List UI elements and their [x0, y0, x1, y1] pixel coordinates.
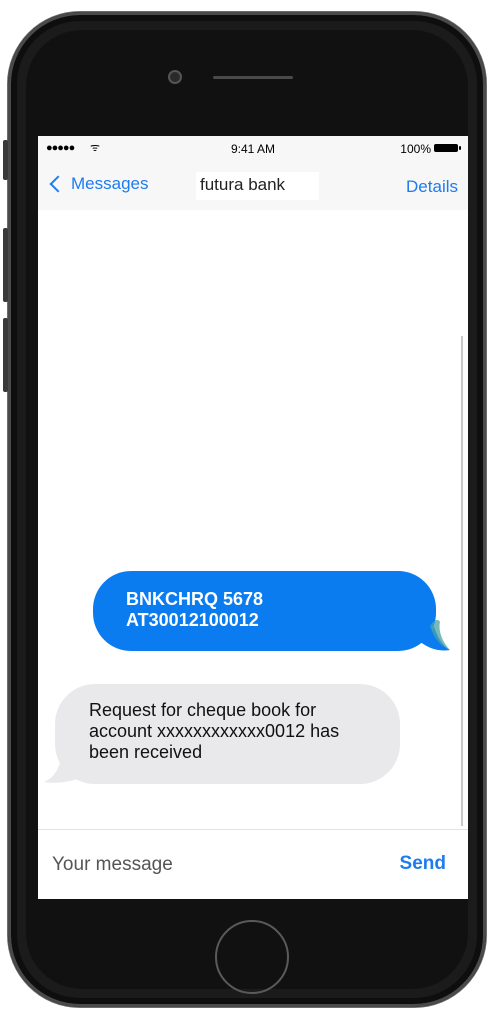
phone-screen: ●●●●● ᯤ 9:41 AM 100% Messages futura ban…	[38, 136, 468, 899]
message-line: AT30012100012	[126, 610, 259, 630]
message-composer: Send	[38, 829, 468, 899]
battery-icon	[434, 144, 461, 152]
outgoing-bubble-tail	[416, 619, 450, 651]
message-input[interactable]	[50, 846, 384, 884]
details-button[interactable]: Details	[406, 177, 458, 197]
back-label: Messages	[71, 174, 149, 193]
mute-switch	[3, 140, 8, 180]
status-bar: ●●●●● ᯤ 9:41 AM 100%	[38, 136, 468, 160]
navigation-bar: Messages futura bank Details	[38, 160, 468, 210]
message-line: account xxxxxxxxxxxx0012 has	[89, 721, 340, 741]
volume-down-button	[3, 318, 8, 392]
back-to-messages-button[interactable]: Messages	[48, 174, 148, 194]
message-line: BNKCHRQ 5678	[126, 589, 264, 609]
message-line: Request for cheque book for	[89, 700, 317, 720]
battery-percent: 100%	[400, 142, 431, 156]
incoming-message-bubble: Request for cheque book for account xxxx…	[55, 684, 400, 784]
volume-up-button	[3, 228, 8, 302]
chevron-left-icon	[49, 175, 67, 193]
home-button[interactable]	[215, 920, 289, 994]
contact-name: futura bank	[196, 172, 319, 200]
earpiece-speaker	[213, 76, 293, 79]
message-line: been received	[89, 742, 203, 762]
outgoing-message-bubble: BNKCHRQ 5678 AT30012100012	[93, 571, 436, 651]
front-camera	[170, 72, 180, 82]
send-button[interactable]: Send	[400, 853, 446, 875]
scrollbar[interactable]	[461, 336, 463, 826]
